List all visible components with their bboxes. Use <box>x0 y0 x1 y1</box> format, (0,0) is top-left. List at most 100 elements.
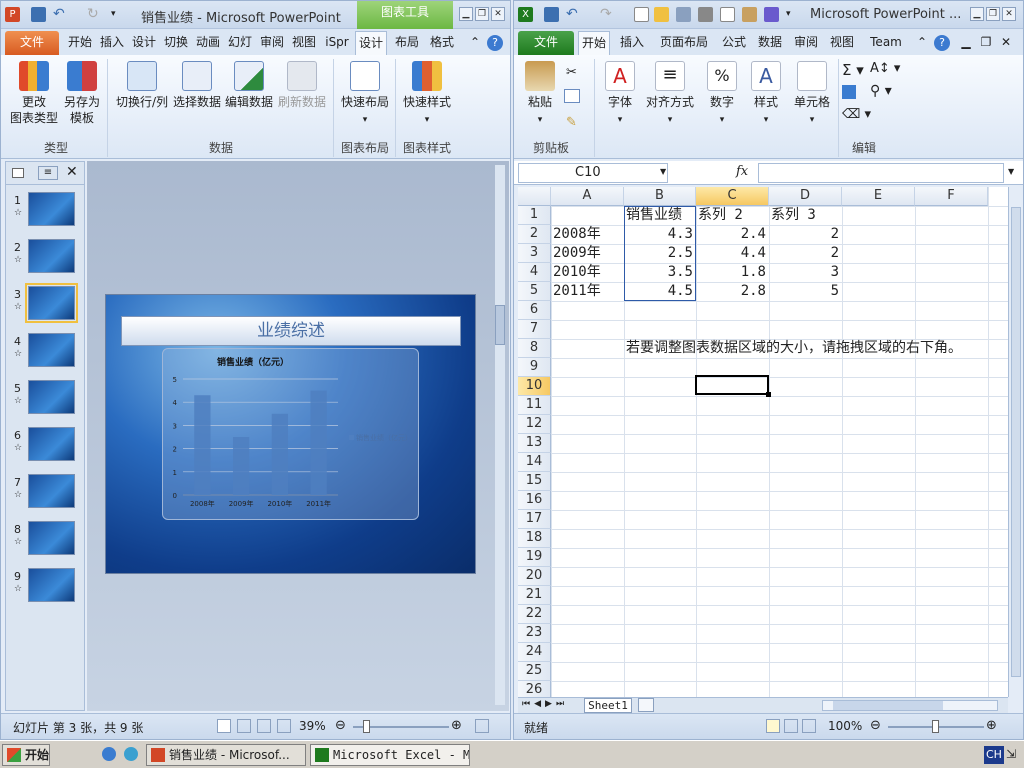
active-cell-c10[interactable] <box>695 375 769 395</box>
sales-chart[interactable]: 销售业绩（亿元） 0 1 2 3 4 5 2008年 2009年 2010年 2011年 销售业绩（亿… <box>163 349 420 521</box>
sort-filter-icon[interactable]: A↕ ▾ <box>870 61 900 76</box>
open-folder-icon[interactable] <box>654 7 669 22</box>
font-button[interactable]: A 字体 ▾ <box>600 61 640 128</box>
print-icon[interactable] <box>698 7 713 22</box>
change-chart-type-button[interactable]: 更改 图表类型 <box>7 61 61 126</box>
undo-icon[interactable]: ↶ <box>566 7 581 22</box>
number-button[interactable]: % 数字 ▾ <box>702 61 742 128</box>
row-header-11[interactable]: 11 <box>518 396 551 415</box>
row-header-26[interactable]: 26 <box>518 681 551 697</box>
tab-data[interactable]: 数据 <box>754 31 786 55</box>
column-header-C[interactable]: C <box>696 187 769 206</box>
cell-B5[interactable]: 4.5 <box>624 282 693 301</box>
tab-slideshow[interactable]: 幻灯 <box>225 31 255 55</box>
undo-icon[interactable]: ↶ <box>53 7 68 22</box>
row-header-23[interactable]: 23 <box>518 624 551 643</box>
excel-zoom-level[interactable]: 100% <box>828 719 862 733</box>
quick-styles-button[interactable]: 快速样式 ▾ <box>399 61 455 128</box>
ime-icon[interactable]: ⇲ <box>1006 747 1016 761</box>
help-icon[interactable]: ? <box>487 35 503 51</box>
slide-thumbnail[interactable] <box>28 380 75 414</box>
minimize-ribbon-icon[interactable]: ⌃ <box>467 31 483 55</box>
cell-B2[interactable]: 4.3 <box>624 225 693 244</box>
edit-data-button[interactable]: 编辑数据 <box>223 61 275 110</box>
slideshow-icon[interactable] <box>277 719 291 733</box>
sheet-nav-icons[interactable]: ⏮◀▶⏭ <box>522 699 568 709</box>
zoom-in-icon[interactable]: ⊕ <box>986 718 997 733</box>
page-break-view-icon[interactable] <box>802 719 816 733</box>
tab-review[interactable]: 审阅 <box>257 31 287 55</box>
stage-scrollbar[interactable] <box>495 165 505 705</box>
clear-icon[interactable]: ⌫ ▾ <box>842 107 871 122</box>
vertical-scroll-thumb[interactable] <box>1011 207 1021 677</box>
tab-insert[interactable]: 插入 <box>616 31 648 55</box>
refresh-data-button[interactable]: 刷新数据 <box>275 61 329 110</box>
taskbar-excel[interactable]: Microsoft Excel - M... <box>310 744 470 766</box>
worksheet-grid[interactable]: ABCDEF 1 2 3 4 5 6 7 8 9 10 11 12 13 14 15 16 17 18 19 20 21… <box>518 187 1008 697</box>
horizontal-scrollbar[interactable] <box>822 700 998 711</box>
minimize-button[interactable]: ▁ <box>459 7 473 21</box>
save-as-template-button[interactable]: 另存为 模板 <box>61 61 103 126</box>
chart-frame[interactable]: 销售业绩（亿元） 0 1 2 3 4 5 2008年 2009年 2010年 2011年 销售业绩（亿… <box>162 348 419 520</box>
row-header-21[interactable]: 21 <box>518 586 551 605</box>
row-header-16[interactable]: 16 <box>518 491 551 510</box>
save-icon[interactable] <box>31 7 46 22</box>
zoom-in-icon[interactable]: ⊕ <box>451 718 462 733</box>
row-header-5[interactable]: 5 <box>518 282 551 301</box>
workbook-minimize-icon[interactable]: ▁ <box>958 31 974 55</box>
cell-A4[interactable]: 2010年 <box>553 263 601 282</box>
slide-thumbnail[interactable] <box>28 427 75 461</box>
name-box-dropdown-icon[interactable]: ▼ <box>660 167 666 176</box>
cell-B1[interactable]: 销售业绩 <box>626 206 682 225</box>
slide-thumbnail[interactable] <box>28 192 75 226</box>
cell-A2[interactable]: 2008年 <box>553 225 601 244</box>
cell-C1[interactable]: 系列 2 <box>698 206 743 225</box>
cell-C4[interactable]: 1.8 <box>696 263 766 282</box>
expand-formula-bar-icon[interactable]: ▼ <box>1008 167 1014 176</box>
cell-D4[interactable]: 3 <box>769 263 839 282</box>
column-header-A[interactable]: A <box>551 187 624 206</box>
slide-title[interactable]: 业绩综述 <box>121 316 461 346</box>
insert-sheet-icon[interactable] <box>638 698 654 712</box>
row-header-24[interactable]: 24 <box>518 643 551 662</box>
quick-layout-button[interactable]: 快速布局 ▾ <box>337 61 393 128</box>
column-header-B[interactable]: B <box>624 187 696 206</box>
slide-thumbnail[interactable] <box>28 474 75 508</box>
tab-formulas[interactable]: 公式 <box>718 31 750 55</box>
row-header-19[interactable]: 19 <box>518 548 551 567</box>
row-header-20[interactable]: 20 <box>518 567 551 586</box>
row-header-6[interactable]: 6 <box>518 301 551 320</box>
row-header-9[interactable]: 9 <box>518 358 551 377</box>
slides-view-icon[interactable] <box>12 168 24 178</box>
normal-view-icon[interactable] <box>217 719 231 733</box>
tab-design[interactable]: 设计 <box>129 31 159 55</box>
cell-A3[interactable]: 2009年 <box>553 244 601 263</box>
row-header-25[interactable]: 25 <box>518 662 551 681</box>
formula-input[interactable] <box>758 163 1004 183</box>
cell-D1[interactable]: 系列 3 <box>771 206 816 225</box>
paste-button[interactable]: 粘贴 ▾ <box>520 61 560 128</box>
cut-icon[interactable]: ✂ <box>566 65 577 80</box>
customize-qat-icon[interactable]: ▾ <box>111 7 126 22</box>
save-icon[interactable] <box>544 7 559 22</box>
excel-app-icon[interactable]: X <box>518 7 533 22</box>
tab-home[interactable]: 开始 <box>65 31 95 55</box>
select-data-button[interactable]: 选择数据 <box>171 61 223 110</box>
redo-icon[interactable]: ↷ <box>600 7 615 22</box>
quicklaunch-ie-icon[interactable] <box>102 747 116 761</box>
fill-icon[interactable] <box>842 85 856 99</box>
switch-row-column-button[interactable]: 切换行/列 <box>113 61 171 110</box>
zoom-level[interactable]: 39% <box>299 719 326 733</box>
restore-button[interactable]: ❐ <box>475 7 489 21</box>
tab-review[interactable]: 审阅 <box>790 31 822 55</box>
normal-view-icon[interactable] <box>766 719 780 733</box>
tab-file[interactable]: 文件 <box>5 31 59 55</box>
row-header-13[interactable]: 13 <box>518 434 551 453</box>
cell-D5[interactable]: 5 <box>769 282 839 301</box>
horizontal-scroll-thumb[interactable] <box>833 701 943 710</box>
row-header-4[interactable]: 4 <box>518 263 551 282</box>
scrollbar-thumb[interactable] <box>495 305 505 345</box>
row-header-10[interactable]: 10 <box>518 377 551 396</box>
minimize-button[interactable]: ▁ <box>970 7 984 21</box>
styles-button[interactable]: A 样式 ▾ <box>746 61 786 128</box>
